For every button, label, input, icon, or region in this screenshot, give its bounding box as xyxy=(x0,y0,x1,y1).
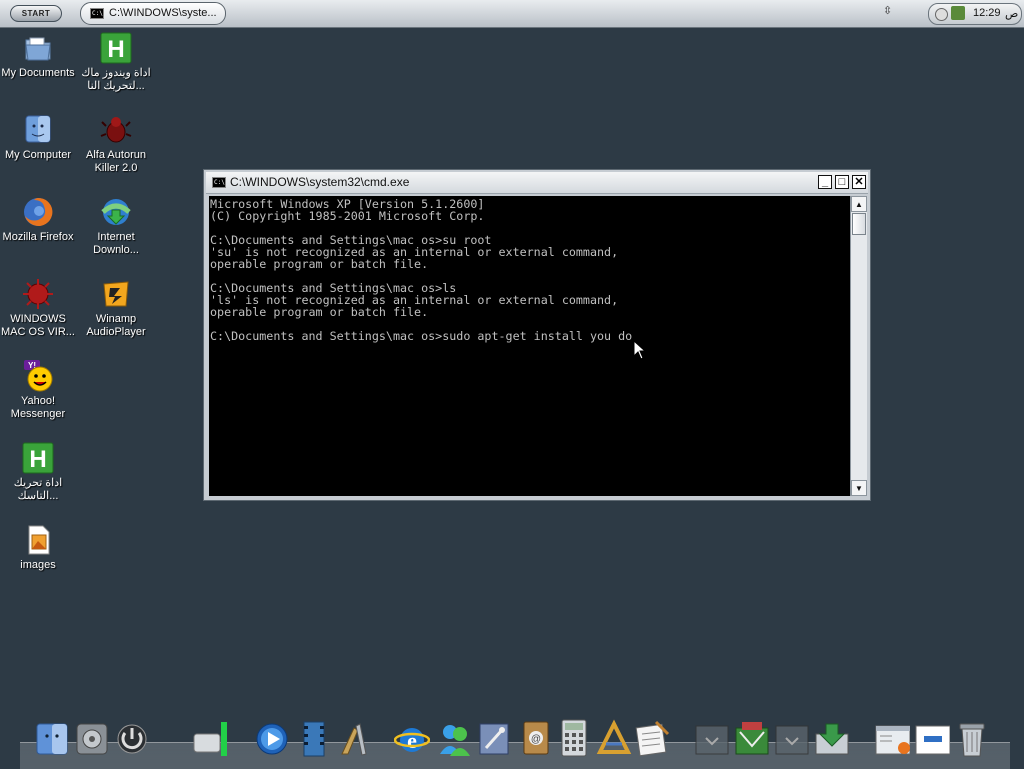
calculator-icon xyxy=(561,719,587,757)
window-titlebar[interactable]: C:\ C:\WINDOWS\system32\cmd.exe _ □ ✕ xyxy=(206,172,868,194)
cmd-icon: C:\ xyxy=(212,177,226,188)
image-file-icon xyxy=(22,524,54,556)
dock-ie-icon[interactable]: e xyxy=(393,718,431,758)
dock xyxy=(20,742,1010,769)
globe-download-icon xyxy=(100,196,132,228)
folder-icon xyxy=(22,32,54,64)
power-icon xyxy=(117,724,147,754)
dock-trash-icon[interactable] xyxy=(954,718,990,758)
clock-ampm: ص xyxy=(1005,8,1019,20)
desktop-icon-alfa-autorun[interactable]: Alfa Autorun Killer 2.0 xyxy=(78,114,154,175)
window-preview-icon-2 xyxy=(915,725,951,755)
window-preview-icon xyxy=(875,725,911,755)
dock-system-preferences-icon[interactable] xyxy=(74,718,110,758)
taskbar-options-icon[interactable]: ⇳ xyxy=(883,4,895,20)
dock-drive-icon[interactable] xyxy=(192,718,228,758)
close-button[interactable]: ✕ xyxy=(852,175,866,189)
vertical-scrollbar[interactable]: ▲ ▼ xyxy=(850,196,867,496)
scroll-thumb[interactable] xyxy=(852,213,866,235)
cmd-window[interactable]: C:\ C:\WINDOWS\system32\cmd.exe _ □ ✕ Mi… xyxy=(203,169,871,501)
dock-script-icon[interactable] xyxy=(634,718,670,758)
film-icon xyxy=(303,721,325,757)
dock-downloads-icon[interactable] xyxy=(734,718,770,758)
address-book-icon: @ xyxy=(523,721,549,755)
ie-icon: e xyxy=(393,728,431,753)
h-app-icon: H xyxy=(100,32,132,64)
dock-window-preview-icon[interactable] xyxy=(874,718,911,758)
dock-power-icon[interactable] xyxy=(114,718,150,758)
console-output[interactable]: Microsoft Windows XP [Version 5.1.2600] … xyxy=(209,196,850,496)
tray-status-icon[interactable] xyxy=(935,8,948,21)
desktop-icon-mac-tool[interactable]: H اداة ويندوز ماك لتحريك النا... xyxy=(78,32,154,93)
dock-quicktime-icon[interactable] xyxy=(254,718,290,758)
firefox-icon xyxy=(22,196,54,228)
dock-tools-icon[interactable] xyxy=(336,718,372,758)
taskbar-item-cmd[interactable]: C:\ C:\WINDOWS\syste... xyxy=(80,2,226,25)
stack-icon xyxy=(695,725,729,755)
trash-icon xyxy=(959,723,985,757)
desktop-icon-my-computer[interactable]: My Computer xyxy=(0,114,76,162)
taskbar: START C:\ C:\WINDOWS\syste... ⇳ 12:29 ص xyxy=(0,0,1024,28)
system-tray: 12:29 ص xyxy=(928,3,1022,25)
bug-icon xyxy=(100,114,132,146)
dock-stack-icon[interactable] xyxy=(694,718,730,758)
dock-msn-messenger-icon[interactable] xyxy=(436,718,472,758)
dock-address-book-icon[interactable]: @ xyxy=(518,718,554,758)
desktop-icon-taskbar-tool[interactable]: H اداة تحريك التاسك... xyxy=(0,442,76,503)
desktop-icon-images[interactable]: images xyxy=(0,524,76,572)
minimize-button[interactable]: _ xyxy=(818,175,832,189)
text-edit-icon xyxy=(596,719,632,754)
winamp-icon xyxy=(100,278,132,310)
dock-stack-icon-2[interactable] xyxy=(774,718,810,758)
svg-text:e: e xyxy=(407,728,417,753)
mouse-cursor-icon xyxy=(633,340,647,360)
desktop-icon-firefox[interactable]: Mozilla Firefox xyxy=(0,196,76,244)
drive-icon xyxy=(193,722,227,756)
computer-face-icon xyxy=(22,114,54,146)
console-text: Microsoft Windows XP [Version 5.1.2600] … xyxy=(210,197,633,343)
taskbar-item-label: C:\WINDOWS\syste... xyxy=(109,7,217,19)
start-button[interactable]: START xyxy=(10,5,62,22)
scroll-down-button[interactable]: ▼ xyxy=(851,480,867,496)
downloads-icon xyxy=(735,722,769,755)
tools-icon xyxy=(341,723,367,756)
desktop-icon-internet-download[interactable]: Internet Downlo... xyxy=(78,196,154,257)
scroll-up-button[interactable]: ▲ xyxy=(851,196,867,212)
dock-window-preview-icon-2[interactable] xyxy=(914,718,951,758)
quicktime-icon xyxy=(256,723,288,755)
h-app-icon: H xyxy=(22,442,54,474)
desktop-icon-yahoo-messenger[interactable]: Y! Yahoo! Messenger xyxy=(0,360,76,421)
clock[interactable]: 12:29 xyxy=(973,7,1001,19)
msn-messenger-icon xyxy=(440,725,470,756)
desktop-icon-my-documents[interactable]: My Documents xyxy=(0,32,76,80)
desktop-icon-mac-os-virus[interactable]: WINDOWS MAC OS VIR... xyxy=(0,278,76,339)
dock-finder-icon[interactable] xyxy=(34,718,70,758)
stack-icon-2 xyxy=(775,725,809,755)
downloads-folder-icon xyxy=(815,723,849,755)
maximize-button[interactable]: □ xyxy=(835,175,849,189)
finder-icon xyxy=(36,723,68,755)
dock-film-icon[interactable] xyxy=(296,718,332,758)
desktop-icon-winamp[interactable]: Winamp AudioPlayer xyxy=(78,278,154,339)
dock-downloads-folder-icon[interactable] xyxy=(814,718,850,758)
yahoo-smiley-icon: Y! xyxy=(22,360,54,392)
script-icon xyxy=(635,720,670,757)
mail-icon xyxy=(479,723,509,755)
dock-calculator-icon[interactable] xyxy=(556,718,592,758)
window-title: C:\WINDOWS\system32\cmd.exe xyxy=(230,175,410,189)
svg-text:H: H xyxy=(107,36,124,63)
cmd-icon: C:\ xyxy=(90,8,104,19)
virus-icon xyxy=(22,278,54,310)
dock-mail-icon[interactable] xyxy=(476,718,512,758)
system-preferences-icon xyxy=(76,723,108,755)
svg-text:H: H xyxy=(29,446,46,473)
tray-network-icon[interactable] xyxy=(951,6,965,20)
svg-text:@: @ xyxy=(531,734,541,745)
dock-text-edit-icon[interactable] xyxy=(596,718,632,758)
